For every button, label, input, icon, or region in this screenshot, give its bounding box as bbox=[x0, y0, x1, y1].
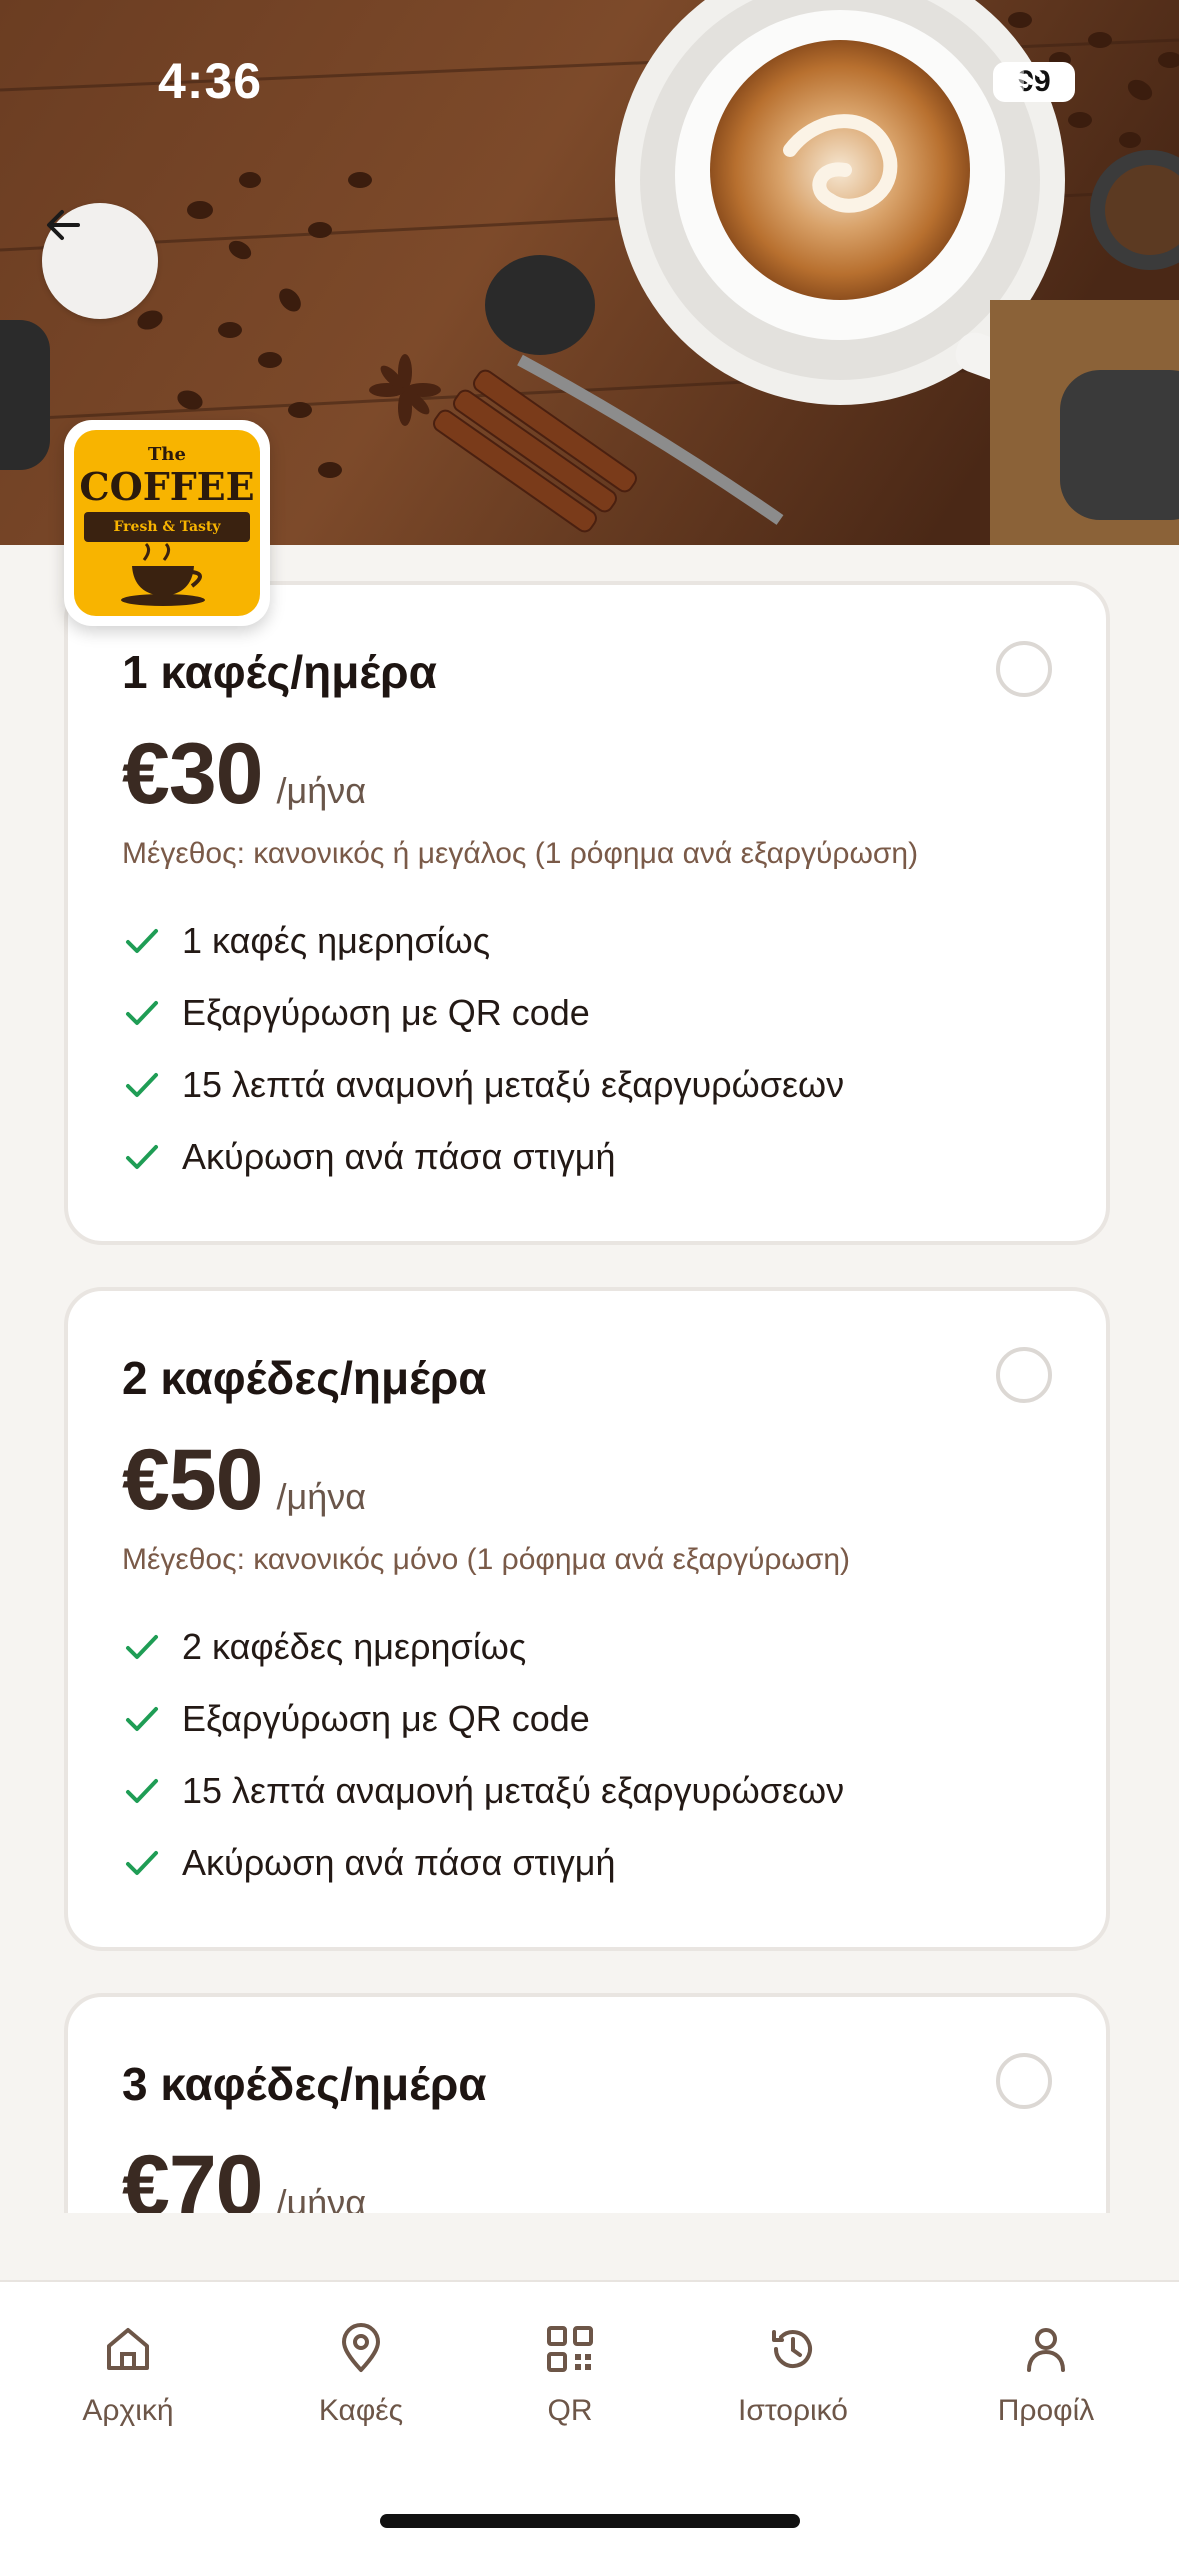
price-row: €30 /μήνα bbox=[122, 725, 366, 824]
check-icon bbox=[122, 1137, 162, 1177]
plan-radio[interactable] bbox=[996, 641, 1052, 697]
logo-line-the: The bbox=[148, 444, 186, 465]
feature-text: 1 καφές ημερησίως bbox=[182, 920, 491, 961]
status-indicators: 99 bbox=[993, 62, 1075, 102]
coffee-cup-icon bbox=[121, 542, 205, 606]
plan-radio[interactable] bbox=[996, 1347, 1052, 1403]
plan-features: 1 καφές ημερησίως Εξαργύρωση με QR code … bbox=[122, 905, 844, 1193]
feature-text: Εξαργύρωση με QR code bbox=[182, 992, 590, 1033]
feature-text: 2 καφέδες ημερησίως bbox=[182, 1626, 527, 1667]
nav-item-history[interactable]: Ιστορικό bbox=[693, 2322, 893, 2428]
plan-price: €70 bbox=[122, 2138, 263, 2213]
feature-item: 15 λεπτά αναμονή μεταξύ εξαργυρώσεων bbox=[122, 1755, 844, 1827]
plan-period: /μήνα bbox=[276, 2182, 367, 2213]
plan-price: €50 bbox=[122, 1432, 263, 1528]
plan-title: 2 καφέδες/ημέρα bbox=[122, 1352, 487, 1404]
feature-item: 15 λεπτά αναμονή μεταξύ εξαργυρώσεων bbox=[122, 1049, 844, 1121]
back-button[interactable] bbox=[42, 203, 158, 319]
plan-size-note: Μέγεθος: κανονικός ή μεγάλος (1 ρόφημα α… bbox=[122, 837, 919, 870]
feature-text: Εξαργύρωση με QR code bbox=[182, 1698, 590, 1739]
plan-size-note: Μέγεθος: κανονικός μόνο (1 ρόφημα ανά εξ… bbox=[122, 1543, 851, 1576]
plans-list[interactable]: 1 καφές/ημέρα €30 /μήνα Μέγεθος: κανονικ… bbox=[0, 545, 1179, 2213]
history-icon bbox=[772, 2330, 812, 2369]
logo-line-coffee: COFFEE bbox=[79, 464, 255, 509]
plan-card-2[interactable]: 2 καφέδες/ημέρα €50 /μήνα Μέγεθος: κανον… bbox=[64, 1287, 1110, 1951]
qr-code-icon bbox=[547, 2326, 593, 2372]
location-pin-icon bbox=[342, 2323, 380, 2372]
nav-label: Προφίλ bbox=[997, 2394, 1095, 2427]
home-icon bbox=[107, 2328, 149, 2370]
feature-item: Ακύρωση ανά πάσα στιγμή bbox=[122, 1121, 844, 1193]
feature-item: 2 καφέδες ημερησίως bbox=[122, 1611, 844, 1683]
arrow-left-icon bbox=[47, 210, 80, 240]
wifi-icon bbox=[994, 62, 1042, 96]
feature-text: 15 λεπτά αναμονή μεταξύ εξαργυρώσεων bbox=[182, 1770, 845, 1811]
check-icon bbox=[122, 1771, 162, 1811]
nav-label: Καφές bbox=[318, 2394, 404, 2427]
nav-item-coffee[interactable]: Καφές bbox=[261, 2322, 461, 2428]
plan-card-3[interactable]: 3 καφέδες/ημέρα €70 /μήνα bbox=[64, 1993, 1110, 2213]
logo-banner: Fresh & Tasty bbox=[84, 512, 250, 542]
plan-title: 3 καφέδες/ημέρα bbox=[122, 2058, 487, 2110]
plan-period: /μήνα bbox=[276, 770, 367, 811]
price-row: €70 /μήνα bbox=[122, 2137, 366, 2213]
check-icon bbox=[122, 1843, 162, 1883]
feature-item: 1 καφές ημερησίως bbox=[122, 905, 844, 977]
check-icon bbox=[122, 993, 162, 1033]
feature-item: Ακύρωση ανά πάσα στιγμή bbox=[122, 1827, 844, 1899]
check-icon bbox=[122, 1065, 162, 1105]
plan-period: /μήνα bbox=[276, 1476, 367, 1517]
shop-logo-badge: The COFFEE Fresh & Tasty bbox=[74, 430, 260, 616]
status-time: 4:36 bbox=[158, 53, 263, 109]
nav-item-profile[interactable]: Προφίλ bbox=[946, 2322, 1146, 2428]
plan-title: 1 καφές/ημέρα bbox=[122, 646, 437, 698]
home-indicator[interactable] bbox=[380, 2514, 800, 2528]
feature-item: Εξαργύρωση με QR code bbox=[122, 1683, 844, 1755]
check-icon bbox=[122, 1627, 162, 1667]
plan-features: 2 καφέδες ημερησίως Εξαργύρωση με QR cod… bbox=[122, 1611, 844, 1899]
feature-item: Εξαργύρωση με QR code bbox=[122, 977, 844, 1049]
plan-card-1[interactable]: 1 καφές/ημέρα €30 /μήνα Μέγεθος: κανονικ… bbox=[64, 581, 1110, 1245]
nav-label: Ιστορικό bbox=[737, 2394, 848, 2427]
plan-price: €30 bbox=[122, 726, 263, 822]
check-icon bbox=[122, 1699, 162, 1739]
profile-icon bbox=[1027, 2328, 1065, 2372]
feature-text: Ακύρωση ανά πάσα στιγμή bbox=[182, 1842, 616, 1883]
check-icon bbox=[122, 921, 162, 961]
price-row: €50 /μήνα bbox=[122, 1431, 366, 1530]
shop-logo: The COFFEE Fresh & Tasty bbox=[64, 420, 270, 626]
nav-label: Αρχική bbox=[82, 2394, 174, 2427]
nav-item-home[interactable]: Αρχική bbox=[28, 2322, 228, 2428]
feature-text: 15 λεπτά αναμονή μεταξύ εξαργυρώσεων bbox=[182, 1064, 845, 1105]
feature-text: Ακύρωση ανά πάσα στιγμή bbox=[182, 1136, 616, 1177]
nav-item-qr[interactable]: QR bbox=[470, 2322, 670, 2428]
plan-radio[interactable] bbox=[996, 2053, 1052, 2109]
nav-label: QR bbox=[547, 2394, 593, 2427]
